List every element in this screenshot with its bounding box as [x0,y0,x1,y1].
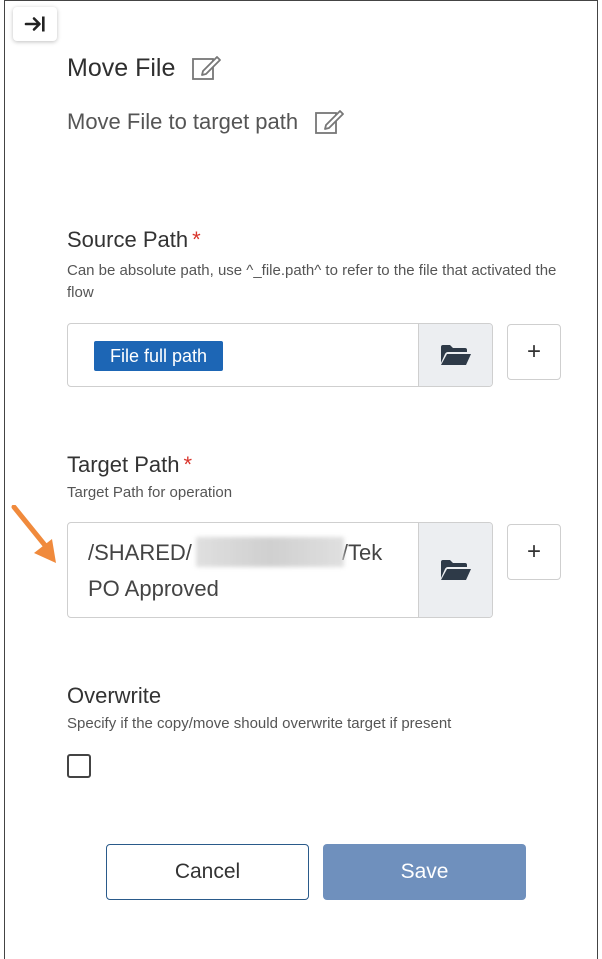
source-path-label: Source Path * [67,227,201,253]
description-row: Move File to target path [67,107,346,137]
redacted-region [196,537,344,567]
source-path-browse-button[interactable] [418,324,492,386]
target-path-browse-button[interactable] [418,523,492,617]
overwrite-label: Overwrite [67,683,162,708]
required-mark: * [183,452,193,477]
overwrite-help: Specify if the copy/move should overwrit… [67,715,452,732]
target-path-input[interactable]: /SHARED//Tek PO Approved [67,522,493,618]
edit-icon[interactable] [314,107,346,137]
target-path-help: Target Path for operation [67,484,233,501]
source-path-input[interactable]: File full path [67,323,493,387]
collapse-panel-icon [24,16,45,32]
source-path-help: Can be absolute path, use ^_file.path^ t… [67,262,557,301]
source-path-label-text: Source Path [67,227,189,252]
folder-open-icon [440,345,471,365]
overwrite-checkbox[interactable] [67,754,91,778]
page-description: Move File to target path [67,109,299,134]
target-path-label: Target Path * [67,452,192,478]
title-row: Move File [67,53,223,83]
side-panel: Move File Move File to target path Sourc… [4,0,598,959]
save-button[interactable]: Save [323,844,526,900]
folder-open-icon [440,560,471,580]
annotation-arrow-icon [11,505,56,563]
target-path-label-text: Target Path [67,452,180,477]
collapse-panel-button[interactable] [13,7,57,41]
edit-icon[interactable] [191,53,223,83]
target-path-add-button[interactable]: + [507,524,561,580]
page-title: Move File [67,53,176,82]
file-full-path-chip[interactable]: File full path [94,341,224,371]
source-path-add-button[interactable]: + [507,324,561,380]
cancel-button[interactable]: Cancel [106,844,309,900]
target-path-value-start: /SHARED/ [88,540,192,565]
required-mark: * [192,227,201,252]
